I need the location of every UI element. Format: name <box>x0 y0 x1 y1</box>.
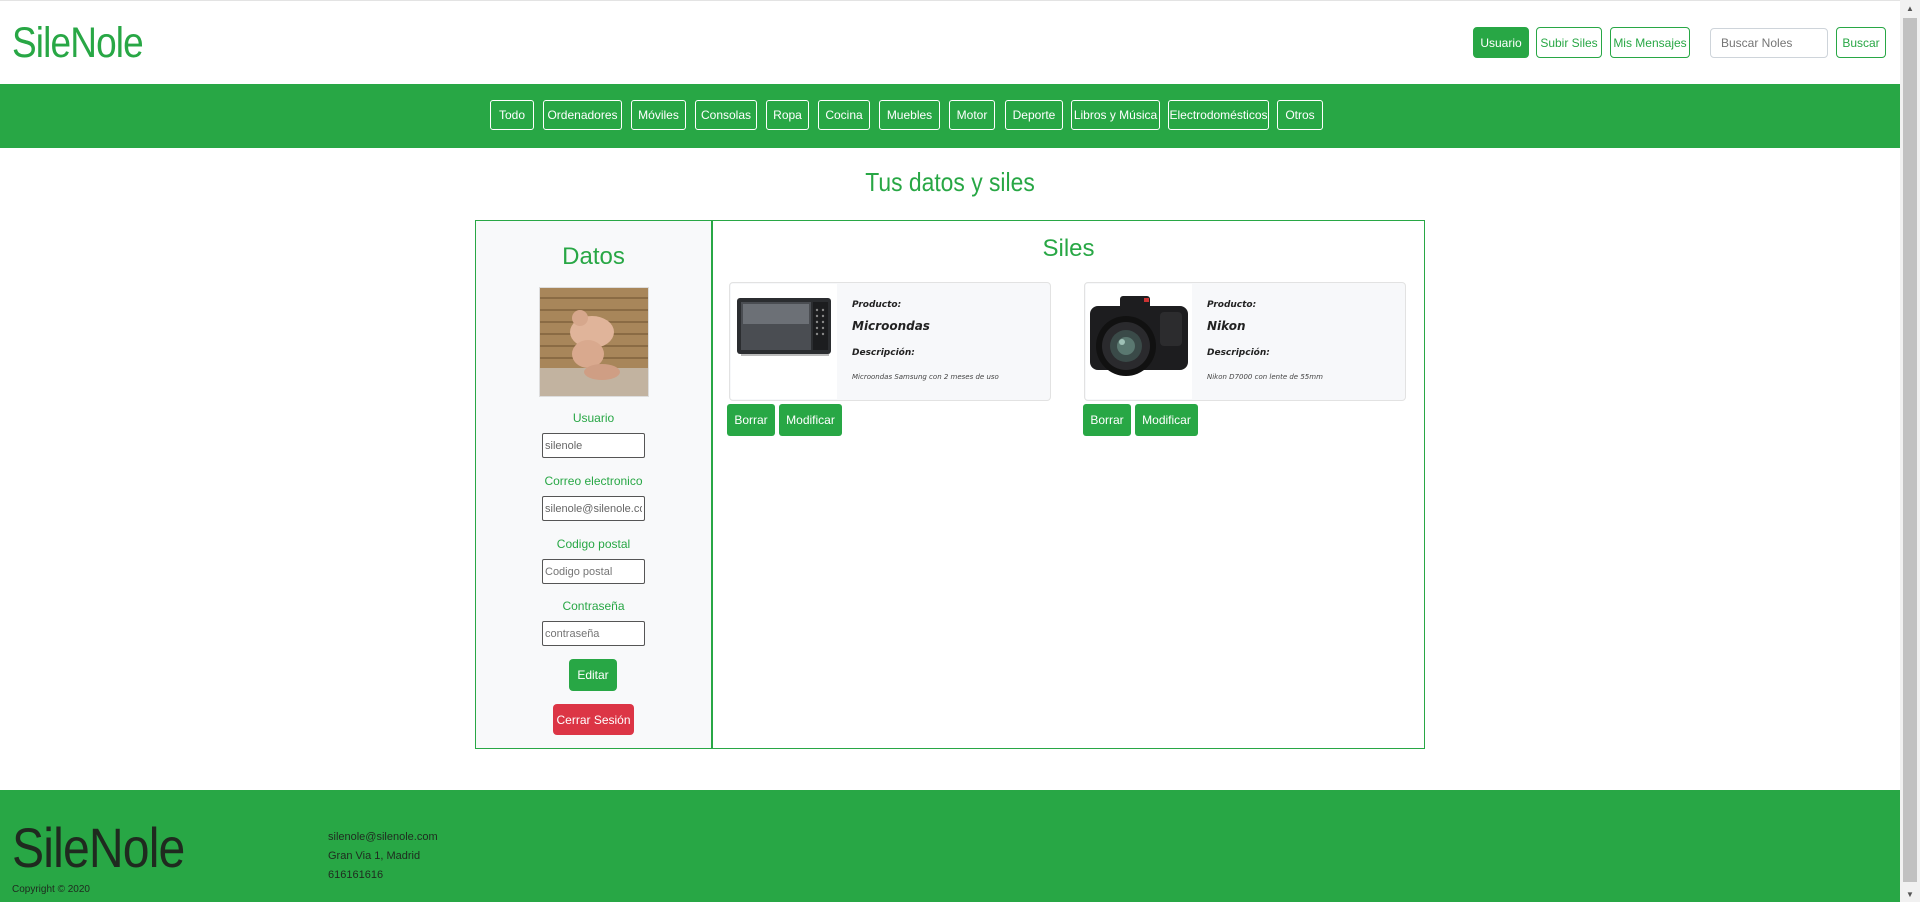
product-description: Nikon D7000 con lente de 55mm <box>1207 373 1323 381</box>
username-field[interactable] <box>542 433 645 458</box>
category-deporte[interactable]: Deporte <box>1005 100 1063 130</box>
header: SileNole Usuario Subir Siles Mis Mensaje… <box>0 1 1900 83</box>
modify-button[interactable]: Modificar <box>1135 404 1198 436</box>
footer-email: silenole@silenole.com <box>328 831 438 843</box>
avatar-photo-icon <box>540 288 648 396</box>
upload-siles-button[interactable]: Subir Siles <box>1536 27 1602 58</box>
footer: SileNole Copyright © 2020 silenole@silen… <box>0 790 1900 902</box>
product-description: Microondas Samsung con 2 meses de uso <box>852 373 999 381</box>
category-ropa[interactable]: Ropa <box>766 100 809 130</box>
delete-button[interactable]: Borrar <box>727 404 775 436</box>
scrollbar-thumb[interactable] <box>1903 18 1917 882</box>
category-muebles[interactable]: Muebles <box>879 100 940 130</box>
email-label: Correo electronico <box>544 474 643 488</box>
password-field[interactable] <box>542 621 645 646</box>
siles-title: Siles <box>1042 235 1095 262</box>
footer-address: Gran Via 1, Madrid <box>328 850 421 862</box>
category-cocina[interactable]: Cocina <box>818 100 870 130</box>
product-label: Producto: <box>852 300 902 310</box>
avatar <box>539 287 649 397</box>
page-title: Tus datos y siles <box>865 167 1035 197</box>
scroll-up-icon[interactable]: ▲ <box>1900 0 1920 16</box>
password-label: Contraseña <box>562 599 625 613</box>
email-field[interactable] <box>542 496 645 521</box>
edit-profile-button[interactable]: Editar <box>569 659 617 691</box>
product-name: Microondas <box>852 319 930 333</box>
category-ordenadores[interactable]: Ordenadores <box>543 100 622 130</box>
category-electrodomesticos[interactable]: Electrodomésticos <box>1168 100 1269 130</box>
postal-code-label: Codigo postal <box>556 537 631 551</box>
camera-icon <box>1090 296 1188 376</box>
username-label: Usuario <box>572 411 615 425</box>
microwave-image <box>731 284 837 399</box>
footer-copyright: Copyright © 2020 <box>12 884 90 895</box>
category-motor[interactable]: Motor <box>949 100 995 130</box>
camera-image <box>1086 284 1192 399</box>
search-button[interactable]: Buscar <box>1836 27 1886 58</box>
scrollbar[interactable]: ▲ ▼ <box>1900 0 1920 902</box>
category-otros[interactable]: Otros <box>1277 100 1323 130</box>
category-todo[interactable]: Todo <box>490 100 534 130</box>
scroll-down-icon[interactable]: ▼ <box>1900 886 1920 902</box>
siles-panel: Siles Producto: Microondas Descripción: … <box>711 220 1425 749</box>
brand-logo[interactable]: SileNole <box>12 19 144 68</box>
footer-phone: 616161616 <box>328 869 384 881</box>
my-messages-button[interactable]: Mis Mensajes <box>1610 27 1690 58</box>
profile-title: Datos <box>562 243 625 270</box>
category-consolas[interactable]: Consolas <box>695 100 757 130</box>
sile-card[interactable]: Producto: Nikon Descripción: Nikon D7000… <box>1084 282 1406 401</box>
microwave-icon <box>737 298 831 356</box>
postal-code-field[interactable] <box>542 559 645 584</box>
description-label: Descripción: <box>852 348 915 358</box>
product-label: Producto: <box>1207 300 1257 310</box>
user-button[interactable]: Usuario <box>1473 27 1529 58</box>
description-label: Descripción: <box>1207 348 1270 358</box>
category-bar: Todo Ordenadores Móviles Consolas Ropa C… <box>0 84 1900 148</box>
logout-button[interactable]: Cerrar Sesión <box>553 704 634 735</box>
search-input[interactable] <box>1710 28 1828 58</box>
category-libros-musica[interactable]: Libros y Música <box>1071 100 1160 130</box>
delete-button[interactable]: Borrar <box>1083 404 1131 436</box>
modify-button[interactable]: Modificar <box>779 404 842 436</box>
profile-panel: Datos Usuario Correo electronico Codigo … <box>475 220 712 749</box>
category-moviles[interactable]: Móviles <box>631 100 686 130</box>
footer-brand: SileNole <box>12 816 185 879</box>
product-name: Nikon <box>1207 319 1246 333</box>
sile-card[interactable]: Producto: Microondas Descripción: Microo… <box>729 282 1051 401</box>
